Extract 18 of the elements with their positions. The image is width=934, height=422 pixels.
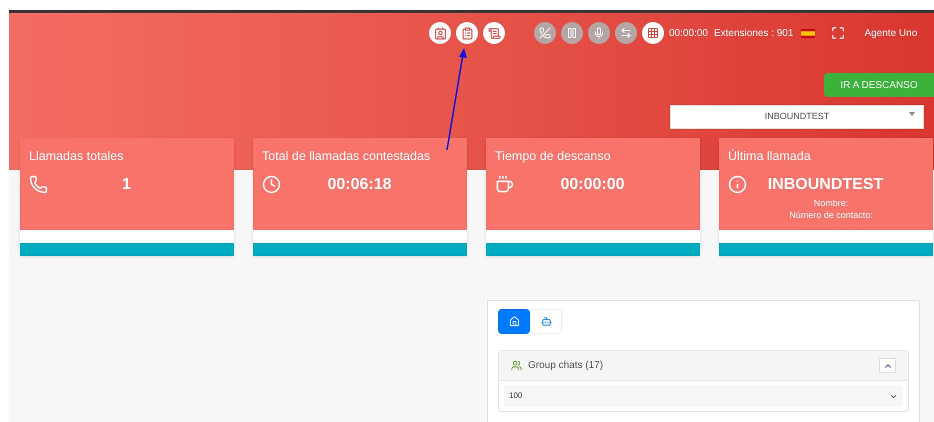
campaign-select-value: INBOUNDTEST [764, 110, 830, 124]
section-title: Group chats (17) [528, 359, 604, 373]
card-title: Tiempo de descanso [495, 148, 612, 165]
campaign-select[interactable]: INBOUNDTEST [670, 105, 924, 129]
page-size-value: 100 [509, 390, 522, 402]
page-size-select[interactable]: 100 [504, 386, 903, 406]
card-title: Llamadas totales [29, 148, 125, 165]
card-value: 00:00:00 [559, 174, 626, 195]
card-value: INBOUNDTEST [766, 174, 884, 195]
call-timer: 00:00:00 [669, 26, 708, 40]
card-detail: Número de contacto: [788, 208, 874, 221]
agent-name: Agente Uno [864, 26, 918, 40]
card-title: Última llamada [728, 148, 812, 165]
card-value: 00:06:18 [326, 174, 393, 195]
card-detail: Nombre: [812, 196, 850, 209]
card-value: 1 [121, 174, 132, 195]
extension-label: Extensiones : 901 [714, 26, 794, 40]
card-title: Total de llamadas contestadas [262, 148, 432, 165]
